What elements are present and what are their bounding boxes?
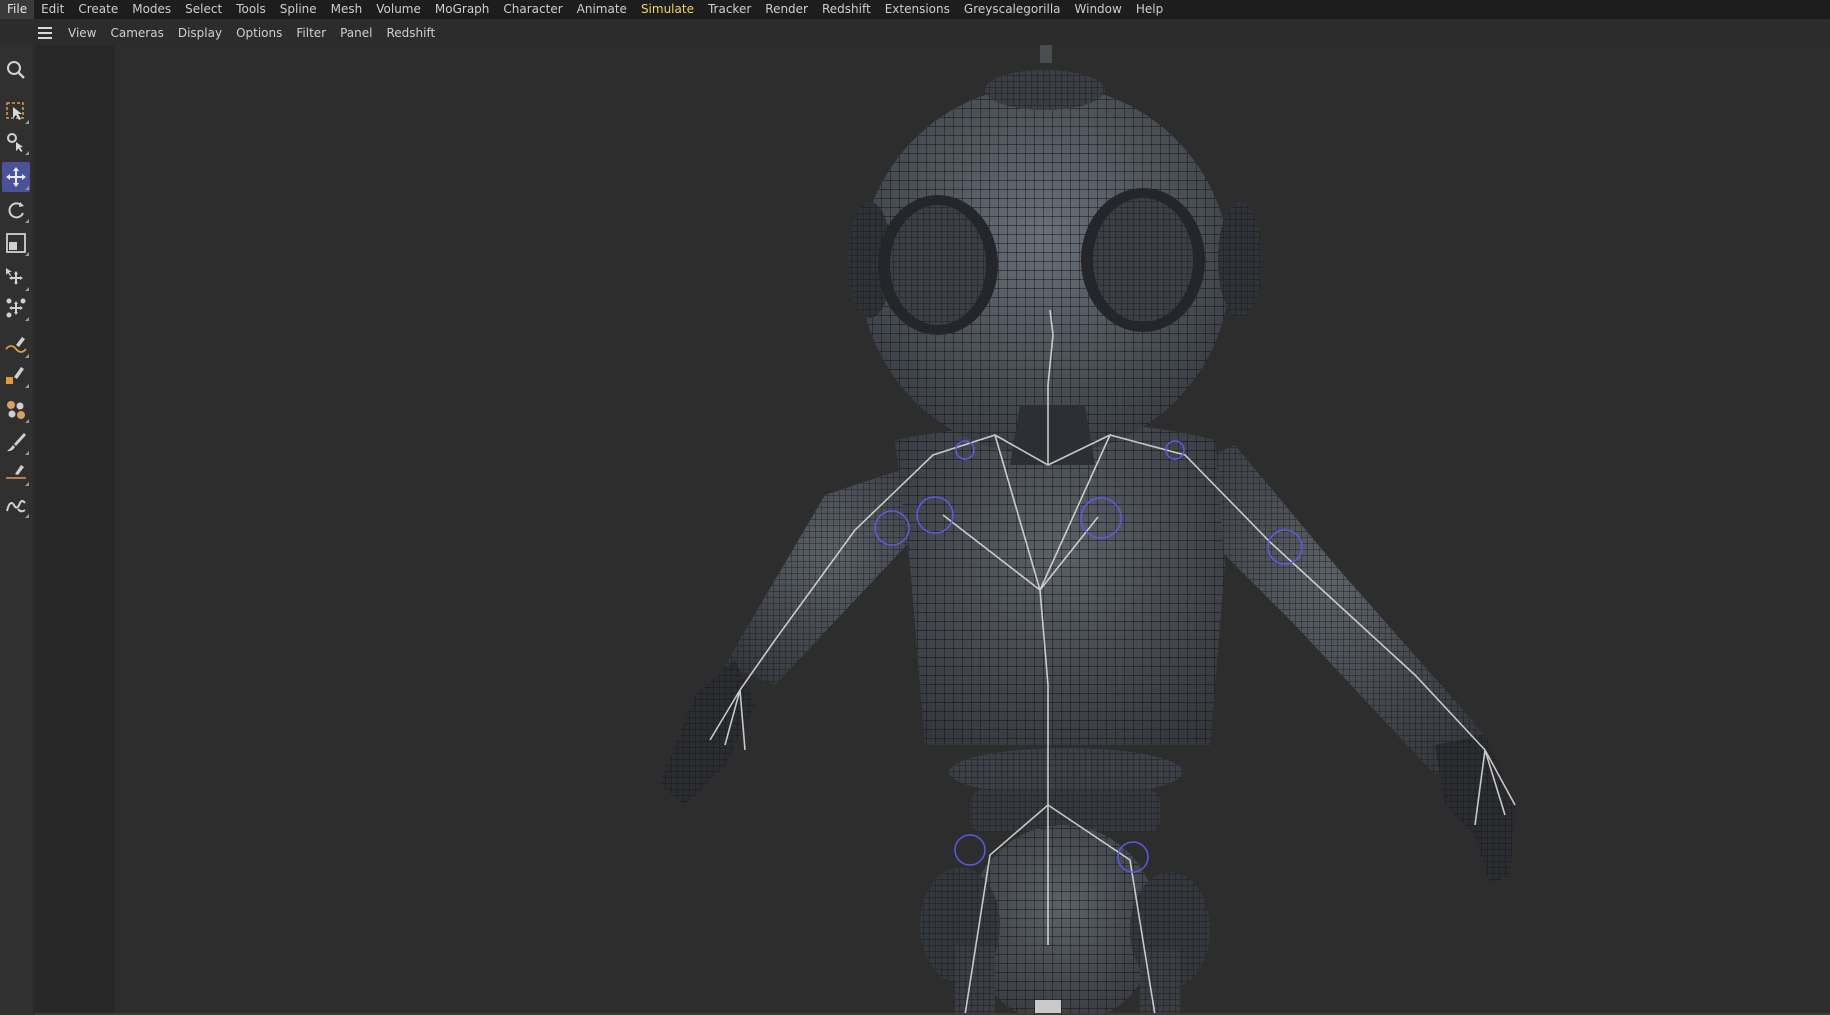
- viewport-menu-view[interactable]: View: [61, 22, 103, 44]
- tool-palette: [0, 45, 34, 1015]
- tool-brush-button[interactable]: [2, 427, 30, 457]
- left-arm-mesh: [660, 465, 935, 805]
- menu-file[interactable]: File: [0, 0, 35, 19]
- tool-submenu-indicator: [25, 186, 29, 190]
- viewport-menu-filter[interactable]: Filter: [289, 22, 333, 44]
- menu-window[interactable]: Window: [1068, 0, 1129, 19]
- tool-transform-button[interactable]: [2, 263, 30, 293]
- viewport-menu-cameras[interactable]: Cameras: [103, 22, 170, 44]
- tool-spline-primitive-button[interactable]: [2, 360, 30, 390]
- viewport-menu-options[interactable]: Options: [229, 22, 289, 44]
- viewport-menu-display[interactable]: Display: [171, 22, 229, 44]
- tool-rotate-button[interactable]: [2, 195, 30, 225]
- menu-redshift[interactable]: Redshift: [815, 0, 878, 19]
- tool-submenu-indicator: [25, 482, 29, 486]
- menu-tracker[interactable]: Tracker: [701, 0, 758, 19]
- main-menubar: File Edit Create Modes Select Tools Spline Mesh…: [0, 0, 1830, 19]
- tool-tweak-settings-button[interactable]: [2, 127, 30, 157]
- tool-search-button[interactable]: [2, 55, 30, 85]
- hips-mesh: [920, 825, 1210, 1015]
- tool-submenu-indicator: [25, 419, 29, 423]
- tool-submenu-indicator: [25, 120, 29, 124]
- head-mesh: [848, 45, 1262, 465]
- menu-mograph[interactable]: MoGraph: [428, 0, 497, 19]
- tool-sketch-button[interactable]: [2, 490, 30, 520]
- menu-animate[interactable]: Animate: [570, 0, 634, 19]
- tool-submenu-indicator: [25, 354, 29, 358]
- right-arm-mesh: [1185, 445, 1515, 885]
- tool-spline-pen-button[interactable]: [2, 330, 30, 360]
- robot-character-model[interactable]: [35, 45, 1830, 1015]
- viewport-menu-redshift[interactable]: Redshift: [379, 22, 442, 44]
- menu-spline[interactable]: Spline: [273, 0, 324, 19]
- search-icon: [7, 61, 25, 79]
- viewport-menubar: View Cameras Display Options Filter Panel Reds…: [35, 22, 1830, 44]
- menu-modes[interactable]: Modes: [125, 0, 178, 19]
- tool-move-button[interactable]: [2, 162, 30, 192]
- tool-scale-button[interactable]: [2, 228, 30, 258]
- tool-submenu-indicator: [25, 151, 29, 155]
- menu-render[interactable]: Render: [758, 0, 815, 19]
- tool-live-selection-button[interactable]: [2, 96, 30, 126]
- menu-tools[interactable]: Tools: [229, 0, 273, 19]
- tool-submenu-indicator: [25, 317, 29, 321]
- tool-submenu-indicator: [25, 287, 29, 291]
- menu-select[interactable]: Select: [178, 0, 229, 19]
- menu-volume[interactable]: Volume: [369, 0, 428, 19]
- tool-submenu-indicator: [25, 219, 29, 223]
- tool-submenu-indicator: [25, 252, 29, 256]
- menu-edit[interactable]: Edit: [34, 0, 71, 19]
- menu-mesh[interactable]: Mesh: [324, 0, 370, 19]
- tool-paint-weights-button[interactable]: [2, 395, 30, 425]
- menu-help[interactable]: Help: [1129, 0, 1170, 19]
- viewport-menu-panel[interactable]: Panel: [333, 22, 379, 44]
- tool-submenu-indicator: [25, 451, 29, 455]
- menu-character[interactable]: Character: [496, 0, 569, 19]
- torso-mesh: [895, 422, 1225, 832]
- viewport-menu-icon[interactable]: [35, 22, 55, 44]
- menu-simulate[interactable]: Simulate: [634, 0, 701, 19]
- 3d-viewport[interactable]: [35, 45, 1830, 1015]
- menu-create[interactable]: Create: [71, 0, 125, 19]
- menu-extensions[interactable]: Extensions: [878, 0, 957, 19]
- tool-knife-button[interactable]: [2, 458, 30, 488]
- tool-submenu-indicator: [25, 384, 29, 388]
- tool-submenu-indicator: [25, 514, 29, 518]
- menu-greyscalegorilla[interactable]: Greyscalegorilla: [957, 0, 1068, 19]
- tool-snap-transform-button[interactable]: [2, 293, 30, 323]
